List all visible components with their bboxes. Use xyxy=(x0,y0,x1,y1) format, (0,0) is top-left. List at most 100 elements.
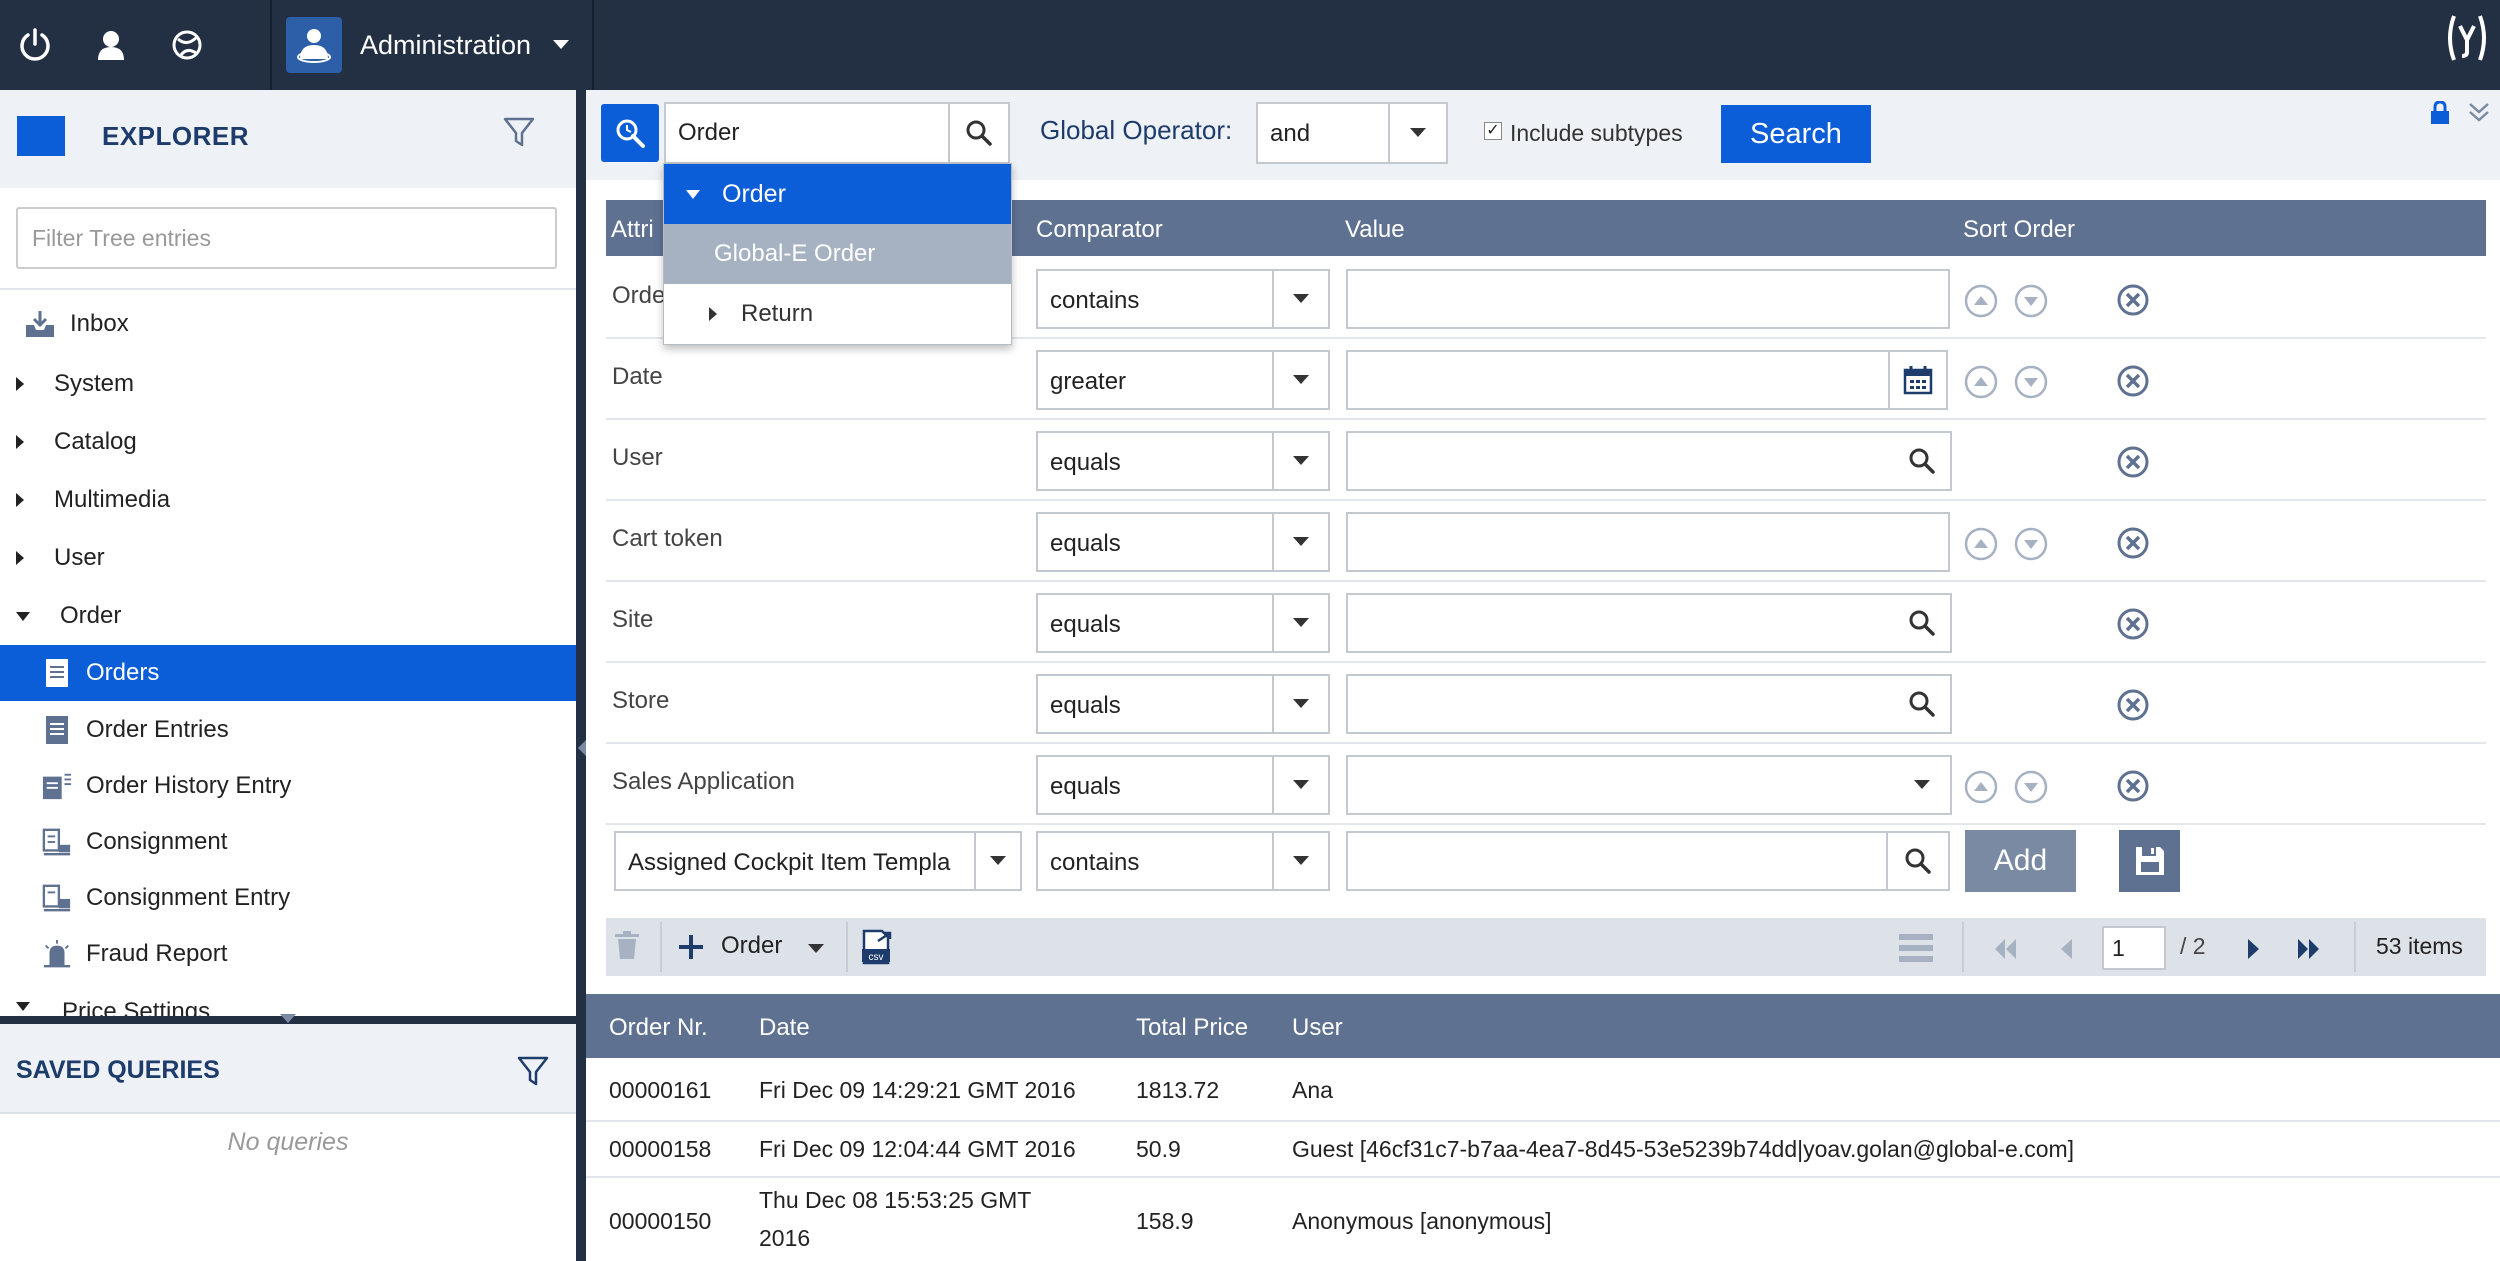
column-order-nr[interactable]: Order Nr. xyxy=(609,1014,708,1042)
sort-ascending-icon[interactable] xyxy=(1964,365,1998,399)
trash-icon[interactable] xyxy=(614,930,640,960)
search-icon[interactable] xyxy=(1888,831,1950,891)
dropdown-item-return[interactable]: Return xyxy=(664,284,1011,344)
chevron-down-icon[interactable] xyxy=(1272,755,1330,815)
chevron-down-icon[interactable] xyxy=(1272,269,1330,329)
page-number-input[interactable] xyxy=(2102,926,2166,970)
sort-ascending-icon[interactable] xyxy=(1964,770,1998,804)
chevron-down-icon[interactable] xyxy=(1272,593,1330,653)
lock-icon[interactable] xyxy=(2430,101,2450,125)
chevron-down-icon[interactable] xyxy=(1272,831,1330,891)
collapse-left-icon[interactable] xyxy=(578,740,586,756)
collapse-double-chevron-icon[interactable] xyxy=(2468,100,2490,124)
chevron-down-icon[interactable] xyxy=(808,944,824,954)
sort-descending-icon[interactable] xyxy=(2014,527,2048,561)
sort-descending-icon[interactable] xyxy=(2014,284,2048,318)
search-icon[interactable] xyxy=(1894,593,1952,653)
column-date[interactable]: Date xyxy=(759,1014,810,1042)
filter-icon[interactable] xyxy=(516,1054,550,1088)
dropdown-item-order[interactable]: Order xyxy=(664,164,1011,224)
tree-item-multimedia[interactable]: Multimedia xyxy=(0,472,576,528)
chevron-down-icon[interactable] xyxy=(974,831,1022,891)
value-select[interactable] xyxy=(1346,755,1896,815)
tree-item-consignment[interactable]: Consignment xyxy=(0,814,576,870)
sort-ascending-icon[interactable] xyxy=(1964,284,1998,318)
value-input[interactable] xyxy=(1346,350,1890,410)
comparator-select[interactable]: contains xyxy=(1036,269,1274,329)
list-view-icon[interactable] xyxy=(1898,932,1934,964)
plus-icon[interactable] xyxy=(678,934,704,960)
chevron-down-icon[interactable] xyxy=(1272,674,1330,734)
sort-descending-icon[interactable] xyxy=(2014,770,2048,804)
tree-item-orders[interactable]: Orders xyxy=(0,645,576,701)
table-row[interactable]: 00000158 Fri Dec 09 12:04:44 GMT 2016 50… xyxy=(586,1122,2500,1178)
search-icon[interactable] xyxy=(950,102,1010,164)
tree-filter-input[interactable] xyxy=(16,207,557,269)
last-page-icon[interactable] xyxy=(2296,937,2322,961)
globe-icon[interactable] xyxy=(156,14,218,76)
type-input[interactable] xyxy=(664,102,950,164)
global-operator-select[interactable]: and xyxy=(1256,102,1390,164)
tree-item-inbox[interactable]: Inbox xyxy=(0,296,576,352)
add-attribute-select[interactable]: Assigned Cockpit Item Templa xyxy=(614,831,976,891)
next-page-icon[interactable] xyxy=(2246,937,2262,961)
remove-criterion-icon[interactable] xyxy=(2116,526,2150,560)
save-query-icon[interactable] xyxy=(2119,830,2180,892)
comparator-select[interactable]: equals xyxy=(1036,431,1274,491)
column-total-price[interactable]: Total Price xyxy=(1136,1014,1248,1042)
advanced-search-icon[interactable] xyxy=(601,104,659,162)
add-value-input[interactable] xyxy=(1346,831,1888,891)
tree-item-user[interactable]: User xyxy=(0,530,576,586)
remove-criterion-icon[interactable] xyxy=(2116,769,2150,803)
caret-down-icon[interactable] xyxy=(16,1002,30,1011)
comparator-select[interactable]: equals xyxy=(1036,512,1274,572)
include-subtypes-checkbox[interactable]: ✓ xyxy=(1484,122,1502,140)
caret-right-icon[interactable] xyxy=(16,551,26,565)
table-row[interactable]: 00000150 Thu Dec 08 15:53:25 GMT 2016 15… xyxy=(586,1178,2500,1261)
sort-ascending-icon[interactable] xyxy=(1964,527,1998,561)
tree-item-price-settings[interactable]: Price Settings xyxy=(0,982,576,1016)
module-selector[interactable]: Administration xyxy=(270,0,594,90)
tree-item-catalog[interactable]: Catalog xyxy=(0,414,576,470)
first-page-icon[interactable] xyxy=(1992,937,2018,961)
user-icon[interactable] xyxy=(80,14,142,76)
tree-item-system[interactable]: System xyxy=(0,356,576,412)
search-button[interactable]: Search xyxy=(1721,105,1871,163)
create-type-label[interactable]: Order xyxy=(721,932,782,960)
dropdown-item-global-e-order[interactable]: Global-E Order xyxy=(664,224,1011,284)
comparator-select[interactable]: equals xyxy=(1036,755,1274,815)
column-user[interactable]: User xyxy=(1292,1014,1343,1042)
add-criterion-button[interactable]: Add xyxy=(1965,830,2076,892)
remove-criterion-icon[interactable] xyxy=(2116,607,2150,641)
sort-descending-icon[interactable] xyxy=(2014,365,2048,399)
tree-item-consignment-entry[interactable]: Consignment Entry xyxy=(0,870,576,926)
tree-item-order[interactable]: Order xyxy=(0,588,576,644)
caret-right-icon[interactable] xyxy=(709,307,717,321)
caret-down-icon[interactable] xyxy=(16,611,30,621)
caret-right-icon[interactable] xyxy=(16,493,26,507)
chevron-down-icon[interactable] xyxy=(1272,350,1330,410)
panel-splitter[interactable] xyxy=(576,90,586,1261)
caret-right-icon[interactable] xyxy=(16,435,26,449)
previous-page-icon[interactable] xyxy=(2058,937,2074,961)
csv-export-icon[interactable]: csv xyxy=(862,929,894,965)
tree-item-order-history-entry[interactable]: Order History Entry xyxy=(0,758,576,814)
chevron-down-icon[interactable] xyxy=(1894,755,1952,815)
power-icon[interactable] xyxy=(4,14,66,76)
chevron-down-icon[interactable] xyxy=(1388,102,1448,164)
add-comparator-select[interactable]: contains xyxy=(1036,831,1274,891)
value-input[interactable] xyxy=(1346,674,1896,734)
tree-item-order-entries[interactable]: Order Entries xyxy=(0,702,576,758)
value-input[interactable] xyxy=(1346,431,1896,491)
tree-item-fraud-report[interactable]: Fraud Report xyxy=(0,926,576,982)
remove-criterion-icon[interactable] xyxy=(2116,688,2150,722)
calendar-icon[interactable] xyxy=(1890,350,1948,410)
table-row[interactable]: 00000161 Fri Dec 09 14:29:21 GMT 2016 18… xyxy=(586,1058,2500,1122)
value-input[interactable] xyxy=(1346,269,1950,329)
comparator-select[interactable]: equals xyxy=(1036,674,1274,734)
splitter-handle-icon[interactable] xyxy=(280,1014,296,1024)
filter-icon[interactable] xyxy=(502,115,536,149)
remove-criterion-icon[interactable] xyxy=(2116,445,2150,479)
chevron-down-icon[interactable] xyxy=(1272,512,1330,572)
search-icon[interactable] xyxy=(1894,674,1952,734)
